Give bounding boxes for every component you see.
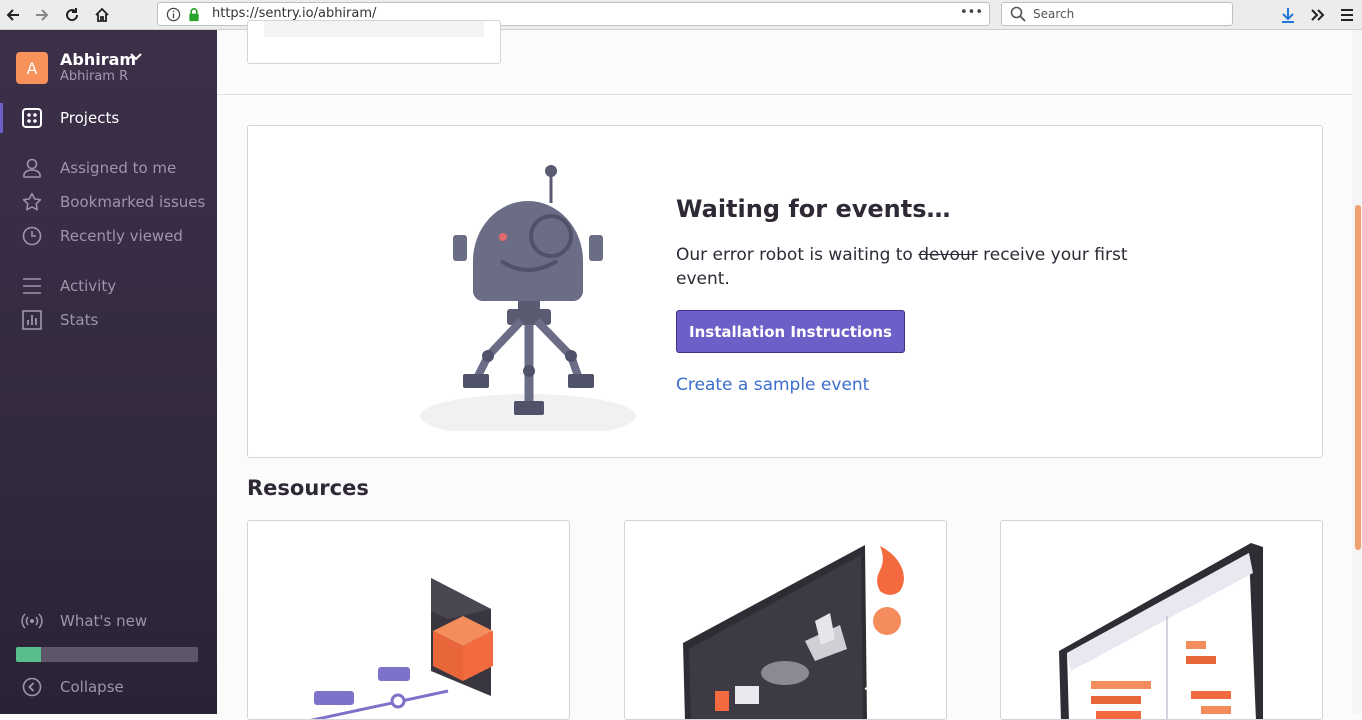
progress-fill — [16, 647, 42, 662]
create-sample-event-link[interactable]: Create a sample event — [676, 375, 869, 395]
card-placeholder — [264, 21, 484, 37]
sidebar-item-projects[interactable]: Projects — [0, 103, 217, 133]
issue-illustration — [683, 545, 916, 719]
bar-chart-icon — [21, 309, 43, 331]
dashboard-illustration — [1059, 543, 1263, 719]
divider — [217, 94, 1360, 95]
chevron-down-icon[interactable] — [130, 52, 142, 65]
url-text[interactable]: https://sentry.io/abhiram/ — [212, 6, 376, 21]
sidebar-item-bookmarked[interactable]: Bookmarked issues — [0, 187, 217, 217]
clock-icon — [21, 225, 43, 247]
info-icon[interactable] — [166, 7, 181, 26]
page-actions-icon[interactable]: ••• — [960, 5, 983, 20]
projects-grid-icon — [21, 107, 43, 129]
resource-card-dashboard[interactable] — [1000, 520, 1323, 720]
waiting-description: Our error robot is waiting to devour rec… — [676, 245, 1128, 289]
resource-card-issues[interactable] — [624, 520, 947, 720]
broadcast-icon — [21, 610, 43, 632]
resources-heading: Resources — [247, 476, 369, 500]
page-scrollbar[interactable] — [1352, 30, 1362, 714]
strikethrough-word: devour — [918, 245, 978, 265]
sidebar-whats-new[interactable]: What's new — [0, 606, 217, 636]
project-card-partial[interactable] — [247, 20, 501, 64]
org-avatar[interactable]: A — [16, 52, 48, 84]
browser-search-input[interactable]: Search — [1001, 2, 1233, 26]
org-name[interactable]: Abhiram — [60, 50, 136, 69]
org-user-name: Abhiram R — [60, 69, 129, 84]
waiting-for-events-panel: Waiting for events… Our error robot is w… — [247, 125, 1323, 458]
forward-icon[interactable] — [31, 4, 53, 26]
sidebar-item-recently-viewed[interactable]: Recently viewed — [0, 221, 217, 251]
lock-icon — [187, 7, 201, 26]
download-icon[interactable] — [1277, 4, 1299, 26]
search-icon — [1010, 6, 1026, 26]
installation-instructions-button[interactable]: Installation Instructions — [676, 310, 905, 353]
sidebar-item-stats[interactable]: Stats — [0, 305, 217, 335]
hamburger-menu-icon[interactable] — [1336, 4, 1358, 26]
back-icon[interactable] — [2, 4, 24, 26]
overflow-icon[interactable] — [1307, 4, 1329, 26]
main-content: Waiting for events… Our error robot is w… — [217, 20, 1360, 720]
sidebar-collapse[interactable]: Collapse — [0, 672, 217, 702]
onboarding-progress-bar[interactable] — [16, 647, 198, 662]
star-icon — [21, 191, 43, 213]
resource-card-docs[interactable] — [247, 520, 570, 720]
collapse-icon — [21, 676, 43, 698]
scrollbar-thumb[interactable] — [1355, 205, 1361, 550]
sidebar-item-activity[interactable]: Activity — [0, 271, 217, 301]
release-illustration — [310, 578, 493, 719]
browser-toolbar: https://sentry.io/abhiram/ ••• Search — [0, 0, 1362, 30]
active-indicator — [0, 103, 3, 133]
reload-icon[interactable] — [61, 4, 83, 26]
sidebar: A Abhiram Abhiram R Projects Assigned to… — [0, 30, 217, 714]
user-icon — [21, 157, 43, 179]
list-icon — [21, 275, 43, 297]
sidebar-item-assigned[interactable]: Assigned to me — [0, 153, 217, 183]
robot-illustration — [420, 165, 636, 431]
waiting-title: Waiting for events… — [676, 195, 951, 223]
home-icon[interactable] — [91, 4, 113, 26]
